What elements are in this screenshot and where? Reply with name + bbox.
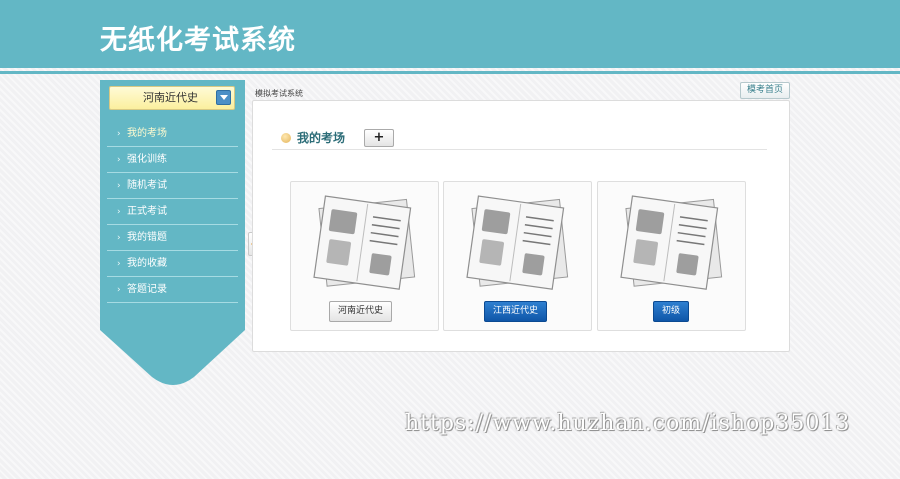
exam-room-card[interactable]: 江西近代史 <box>443 181 592 331</box>
exam-paper-icon <box>313 195 416 290</box>
sidebar-item-label: 答题记录 <box>127 284 167 295</box>
chevron-right-icon: › <box>117 285 121 295</box>
subject-select[interactable]: 河南近代史 <box>109 86 235 110</box>
bullet-icon <box>281 133 291 143</box>
header-bar: 无纸化考试系统 <box>0 0 900 68</box>
sidebar-item-label: 我的考场 <box>127 128 167 139</box>
sidebar-item-favorites[interactable]: › 我的收藏 <box>107 251 238 277</box>
chevron-right-icon: › <box>117 155 121 165</box>
chevron-right-icon: › <box>117 181 121 191</box>
add-exam-room-button[interactable]: + <box>364 129 394 147</box>
sidebar-item-random-exam[interactable]: › 随机考试 <box>107 173 238 199</box>
header-divider <box>0 71 900 74</box>
watermark-text: https://www.huzhan.com/ishop35013 <box>405 411 851 436</box>
chevron-down-icon[interactable] <box>216 90 231 105</box>
exam-room-button[interactable]: 江西近代史 <box>484 301 548 322</box>
section-title: 我的考场 <box>297 131 346 145</box>
sidebar-item-label: 正式考试 <box>127 206 167 217</box>
exam-room-card[interactable]: 河南近代史 <box>290 181 439 331</box>
chevron-right-icon: › <box>117 129 121 139</box>
exam-paper-icon <box>466 195 569 290</box>
exam-room-card[interactable]: 初级 <box>597 181 746 331</box>
sidebar-item-answer-records[interactable]: › 答题记录 <box>107 277 238 303</box>
sidebar-item-intensive-training[interactable]: › 强化训练 <box>107 147 238 173</box>
sidebar-item-label: 我的收藏 <box>127 258 167 269</box>
home-link-button[interactable]: 模考首页 <box>740 82 790 99</box>
exam-room-button[interactable]: 初级 <box>653 301 690 322</box>
section-header: 我的考场 + <box>272 127 767 150</box>
app-title: 无纸化考试系统 <box>100 25 296 56</box>
exam-room-button[interactable]: 河南近代史 <box>329 301 393 322</box>
sidebar-item-label: 我的错题 <box>127 232 167 243</box>
sidebar-item-my-exam-room[interactable]: › 我的考场 <box>107 121 238 147</box>
sidebar-item-formal-exam[interactable]: › 正式考试 <box>107 199 238 225</box>
chevron-right-icon: › <box>117 207 121 217</box>
chevron-right-icon: › <box>117 259 121 269</box>
sidebar-item-label: 强化训练 <box>127 154 167 165</box>
chevron-right-icon: › <box>117 233 121 243</box>
breadcrumb: 模拟考试系统 <box>255 89 303 98</box>
sidebar-nav: › 我的考场 › 强化训练 › 随机考试 › 正式考试 › 我的错题 › 我的收藏 › 答题记… <box>107 121 238 303</box>
subject-select-value: 河南近代史 <box>143 91 198 104</box>
sidebar: 河南近代史 › 我的考场 › 强化训练 › 随机考试 › 正式考试 › 我的错题 › 我的收… <box>100 80 245 387</box>
sidebar-item-wrong-questions[interactable]: › 我的错题 <box>107 225 238 251</box>
sidebar-item-label: 随机考试 <box>127 180 167 191</box>
exam-paper-icon <box>620 195 723 290</box>
